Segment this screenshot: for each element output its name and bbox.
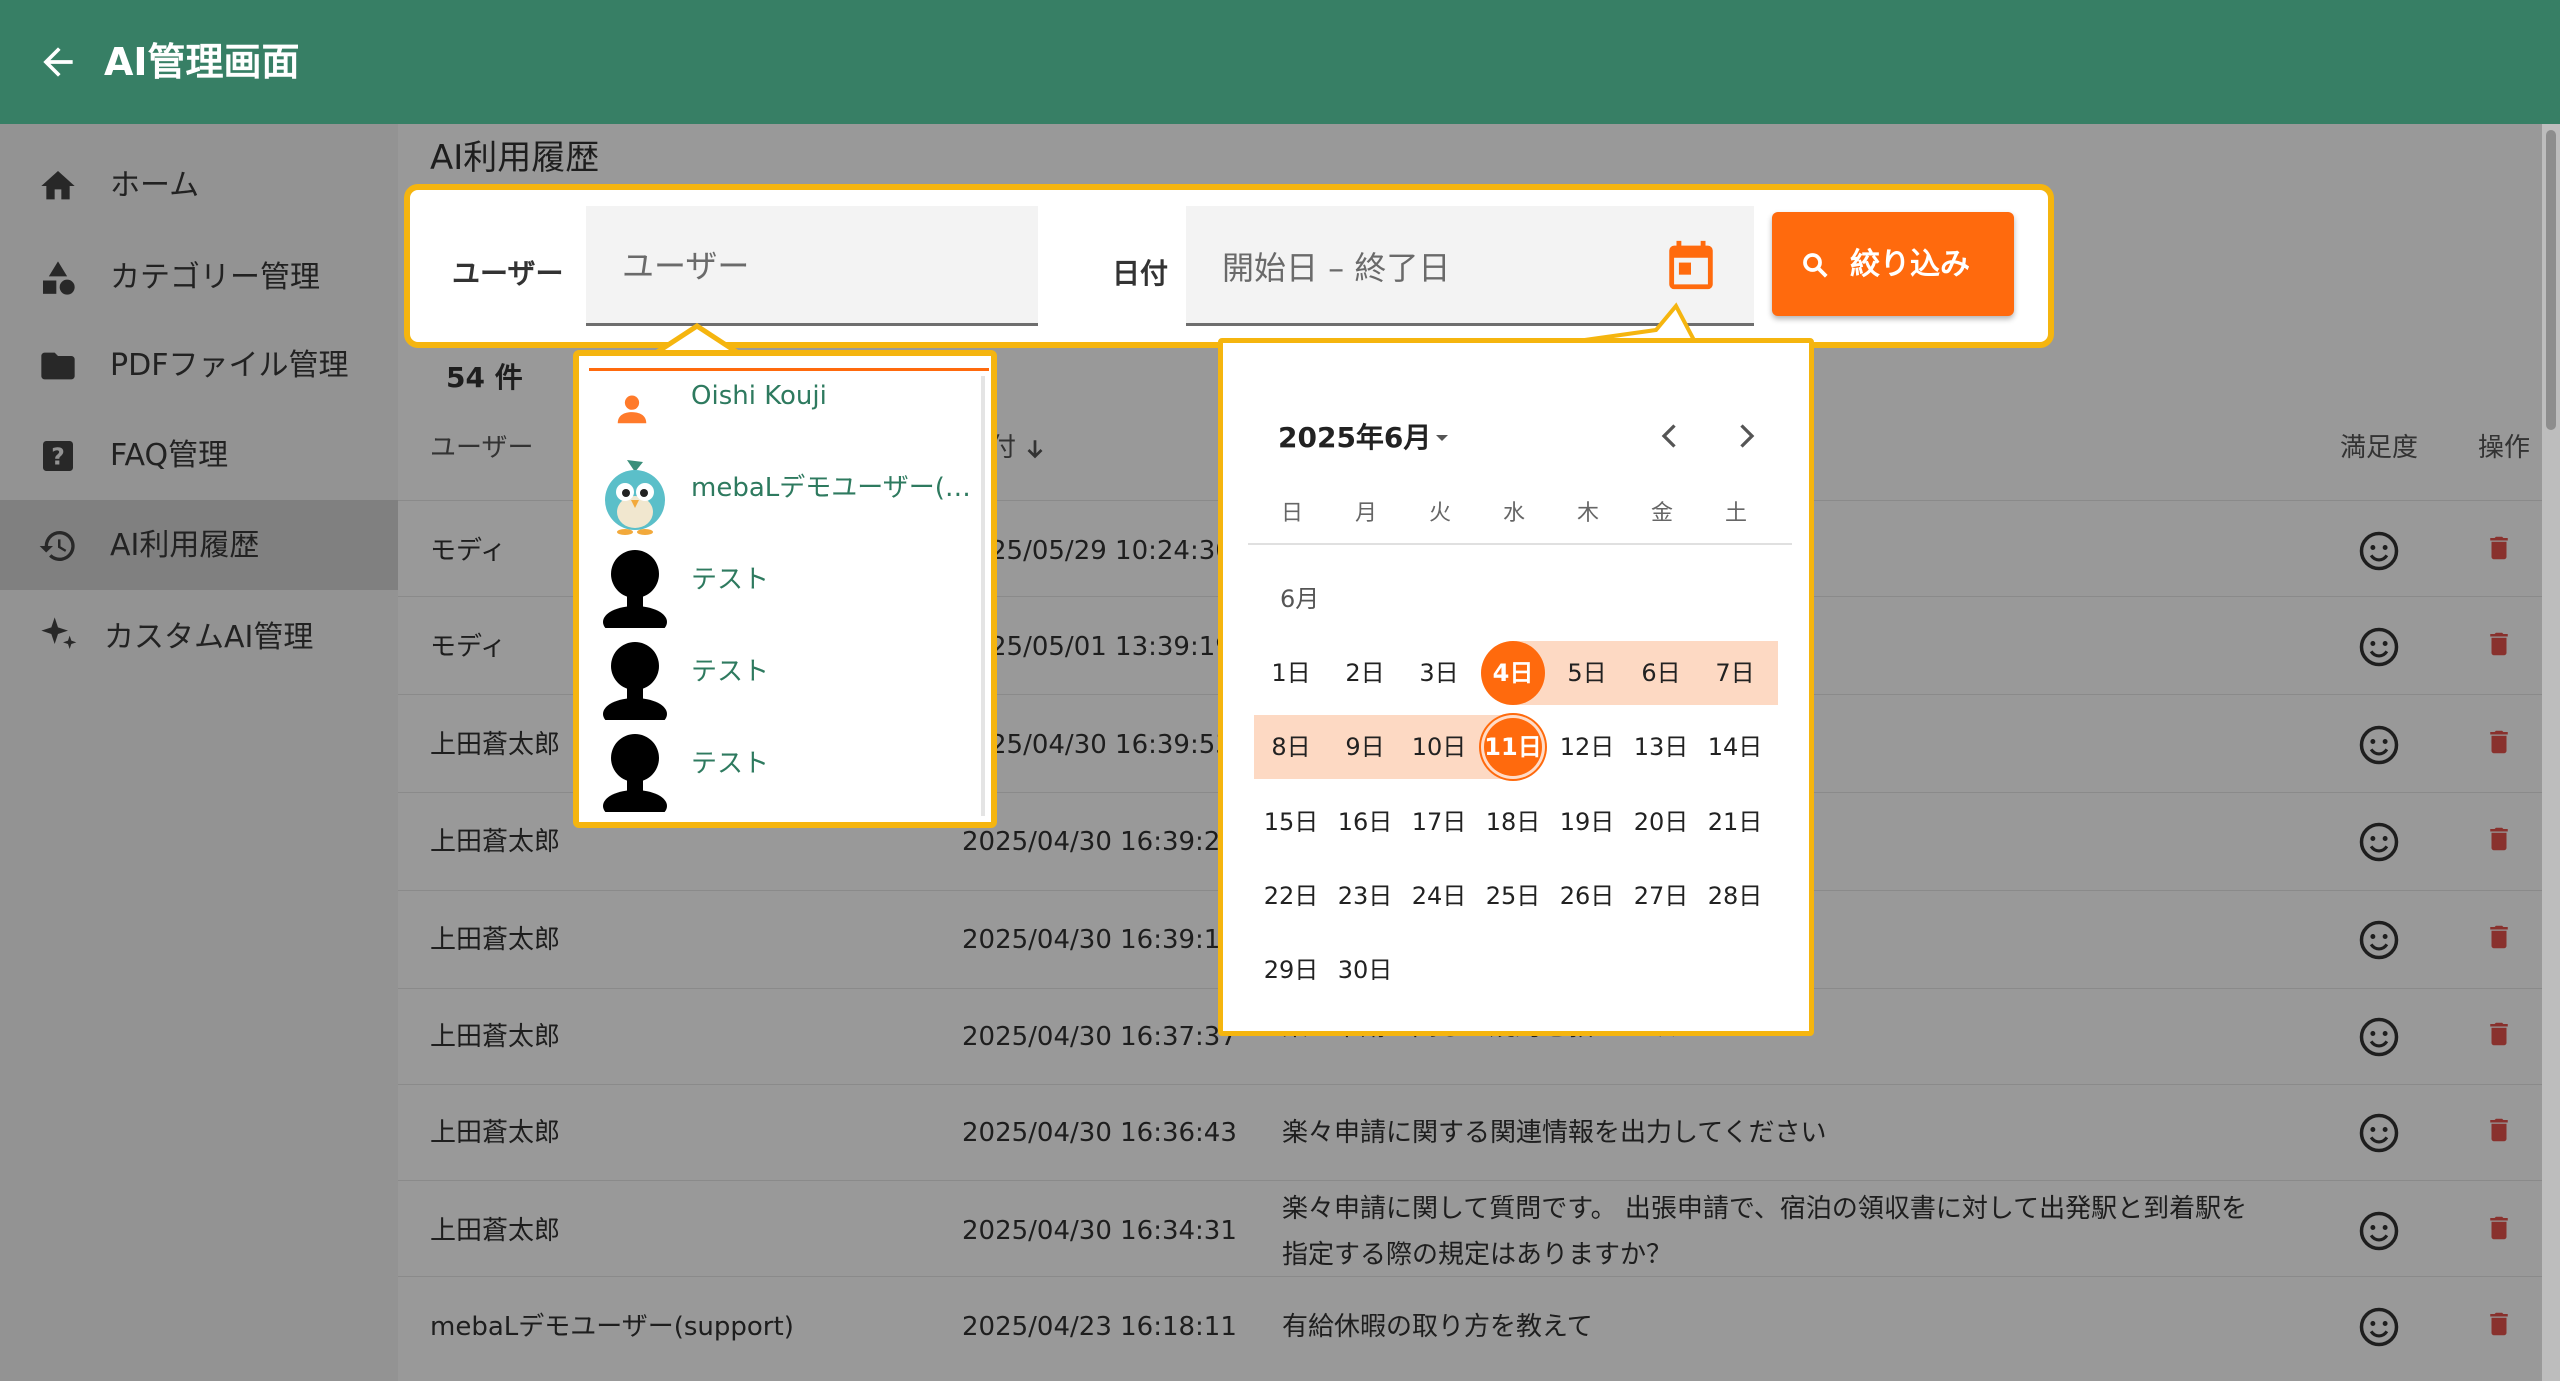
calendar-day[interactable]: 18日 (1476, 790, 1550, 854)
calendar-day[interactable]: 5日 (1550, 641, 1624, 705)
user-option-name: テスト (691, 657, 770, 687)
bird-avatar (605, 460, 665, 535)
calendar-day[interactable]: 9日 (1328, 715, 1402, 779)
calendar-day[interactable]: 6日 (1624, 641, 1698, 705)
user-option-name: Oishi Kouji (691, 381, 827, 411)
weekday-label: 日 (1280, 501, 1303, 526)
calendar-day[interactable]: 25日 (1476, 864, 1550, 928)
app-title: AI管理画面 (104, 40, 300, 84)
calendar-day[interactable]: 2日 (1328, 641, 1402, 705)
date-filter-label: 日付 (1112, 257, 1169, 290)
calendar-day[interactable]: 27日 (1624, 864, 1698, 928)
user-option-name: テスト (691, 565, 770, 595)
app-header (0, 0, 2560, 124)
user-select-placeholder: ユーザー (622, 247, 750, 285)
calendar-day[interactable]: 20日 (1624, 790, 1698, 854)
calendar-day[interactable]: 15日 (1254, 790, 1328, 854)
weekday-label: 水 (1502, 501, 1525, 526)
weekday-label: 土 (1724, 501, 1747, 526)
calendar-day-range-start[interactable]: 4日 (1481, 641, 1545, 705)
chevron-left-icon[interactable] (1652, 416, 1688, 456)
calendar-day[interactable]: 10日 (1402, 715, 1476, 779)
silhouette-avatar (603, 734, 667, 812)
user-filter-label: ユーザー (452, 257, 564, 290)
calendar-day[interactable]: 28日 (1698, 864, 1772, 928)
calendar-month-group-label: 6月 (1280, 585, 1320, 613)
calendar-day[interactable]: 13日 (1624, 715, 1698, 779)
calendar-month-select[interactable]: 2025年6月 (1278, 418, 1431, 458)
calendar-day[interactable]: 26日 (1550, 864, 1624, 928)
calendar-day[interactable]: 19日 (1550, 790, 1624, 854)
weekday-label: 金 (1650, 501, 1673, 526)
dropdown-scrollbar[interactable] (981, 376, 985, 816)
weekday-label: 火 (1428, 501, 1451, 526)
calendar-day[interactable]: 29日 (1254, 938, 1328, 1002)
calendar-divider (1248, 543, 1792, 545)
back-arrow-icon[interactable] (36, 40, 80, 84)
silhouette-avatar (603, 550, 667, 628)
user-option-name: テスト (691, 749, 770, 779)
calendar-day[interactable]: 16日 (1328, 790, 1402, 854)
scrollbar-thumb[interactable] (2546, 130, 2556, 430)
calendar-day[interactable]: 21日 (1698, 790, 1772, 854)
weekday-label: 木 (1576, 501, 1599, 526)
silhouette-avatar (603, 642, 667, 720)
calendar-icon[interactable] (1662, 236, 1720, 294)
calendar-day-range-end[interactable]: 11日 (1484, 718, 1542, 776)
chevron-right-icon[interactable] (1728, 416, 1764, 456)
user-dropdown-menu: Oishi Kouji mebaLデモユーザー(… テスト テスト テスト (573, 350, 997, 828)
calendar-day[interactable]: 1日 (1254, 641, 1328, 705)
calendar-day[interactable]: 17日 (1402, 790, 1476, 854)
search-icon (1803, 253, 1828, 278)
dropdown-arrow-icon[interactable] (1430, 426, 1454, 450)
calendar-day[interactable]: 23日 (1328, 864, 1402, 928)
calendar-day[interactable]: 22日 (1254, 864, 1328, 928)
weekday-label: 月 (1354, 501, 1377, 526)
selected-indicator (589, 368, 989, 371)
calendar-day[interactable]: 3日 (1402, 641, 1476, 705)
calendar-day[interactable]: 12日 (1550, 715, 1624, 779)
search-button-label: 絞り込み (1850, 247, 1970, 282)
user-option-name: mebaLデモユーザー(… (691, 473, 971, 503)
calendar-day[interactable]: 8日 (1254, 715, 1328, 779)
calendar-day[interactable]: 24日 (1402, 864, 1476, 928)
calendar-day[interactable]: 7日 (1698, 641, 1772, 705)
date-range-placeholder: 開始日 – 終了日 (1222, 249, 1451, 287)
calendar-day[interactable]: 14日 (1698, 715, 1772, 779)
person-icon (617, 395, 647, 424)
calendar-day[interactable]: 30日 (1328, 938, 1402, 1002)
